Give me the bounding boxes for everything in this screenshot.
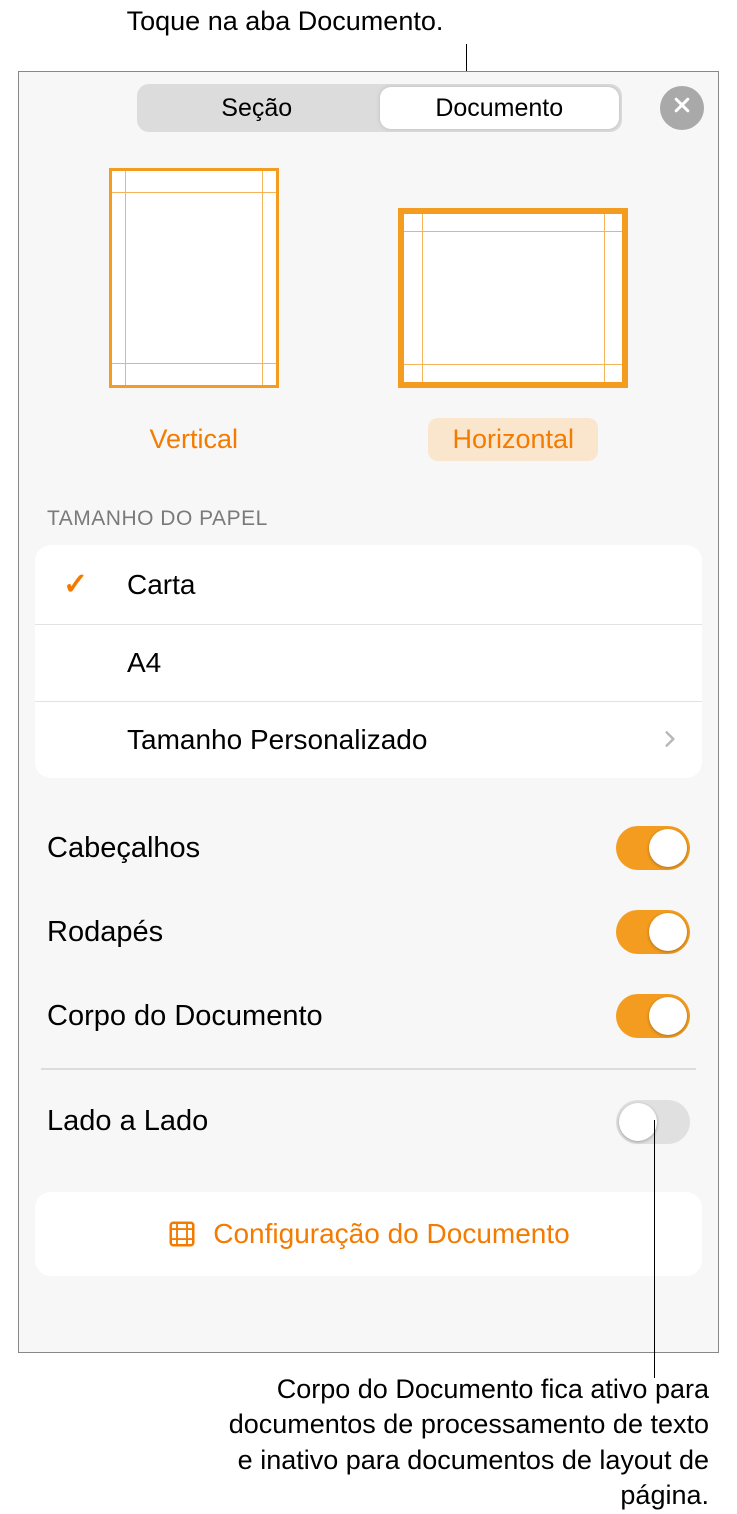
tab-section[interactable]: Seção xyxy=(137,84,377,132)
close-icon xyxy=(672,94,692,122)
document-setup-button[interactable]: Configuração do Documento xyxy=(35,1192,702,1276)
document-body-label: Corpo do Documento xyxy=(47,1000,323,1033)
close-button[interactable] xyxy=(660,86,704,130)
divider xyxy=(41,1068,696,1070)
toggles-group-2: Lado a Lado xyxy=(19,1080,718,1164)
facing-pages-label: Lado a Lado xyxy=(47,1105,208,1138)
paper-size-a4[interactable]: A4 xyxy=(35,625,702,702)
orientation-portrait[interactable]: Vertical xyxy=(109,168,279,461)
headers-toggle[interactable] xyxy=(616,826,690,870)
tab-segmented-control: Seção Documento xyxy=(137,84,622,132)
orientation-landscape[interactable]: Horizontal xyxy=(398,208,628,461)
paper-size-custom[interactable]: Tamanho Personalizado xyxy=(35,702,702,778)
paper-size-custom-label: Tamanho Personalizado xyxy=(127,724,660,756)
headers-label: Cabeçalhos xyxy=(47,832,200,865)
footers-label: Rodapés xyxy=(47,916,163,949)
paper-size-header: TAMANHO DO PAPEL xyxy=(19,461,718,541)
portrait-thumb-icon xyxy=(109,168,279,388)
callout-top-text: Toque na aba Documento. xyxy=(105,0,465,41)
panel-header: Seção Documento xyxy=(19,72,718,146)
document-setup-icon xyxy=(167,1219,197,1249)
document-body-toggle[interactable] xyxy=(616,994,690,1038)
document-setup-label: Configuração do Documento xyxy=(213,1218,569,1250)
headers-row: Cabeçalhos xyxy=(41,806,696,890)
footers-row: Rodapés xyxy=(41,890,696,974)
paper-size-list: ✓ Carta A4 Tamanho Personalizado xyxy=(35,545,702,778)
paper-size-letter-label: Carta xyxy=(127,569,680,601)
orientation-portrait-label: Vertical xyxy=(125,418,262,461)
callout-bottom-line xyxy=(654,1120,656,1378)
orientation-landscape-label: Horizontal xyxy=(428,418,598,461)
orientation-selector: Vertical Horizontal xyxy=(19,146,718,461)
chevron-right-icon xyxy=(660,724,680,756)
checkmark-container: ✓ xyxy=(63,567,127,602)
checkmark-icon: ✓ xyxy=(63,567,88,602)
footers-toggle[interactable] xyxy=(616,910,690,954)
toggles-group: Cabeçalhos Rodapés Corpo do Documento xyxy=(19,806,718,1058)
tab-document[interactable]: Documento xyxy=(380,87,620,129)
paper-size-a4-label: A4 xyxy=(127,647,680,679)
paper-size-letter[interactable]: ✓ Carta xyxy=(35,545,702,625)
document-body-row: Corpo do Documento xyxy=(41,974,696,1058)
document-options-panel: Seção Documento Vertical Horizontal TAMA… xyxy=(18,71,719,1353)
callout-bottom-text: Corpo do Documento fica ativo para docum… xyxy=(219,1372,709,1514)
landscape-thumb-icon xyxy=(398,208,628,388)
facing-pages-row: Lado a Lado xyxy=(41,1080,696,1164)
